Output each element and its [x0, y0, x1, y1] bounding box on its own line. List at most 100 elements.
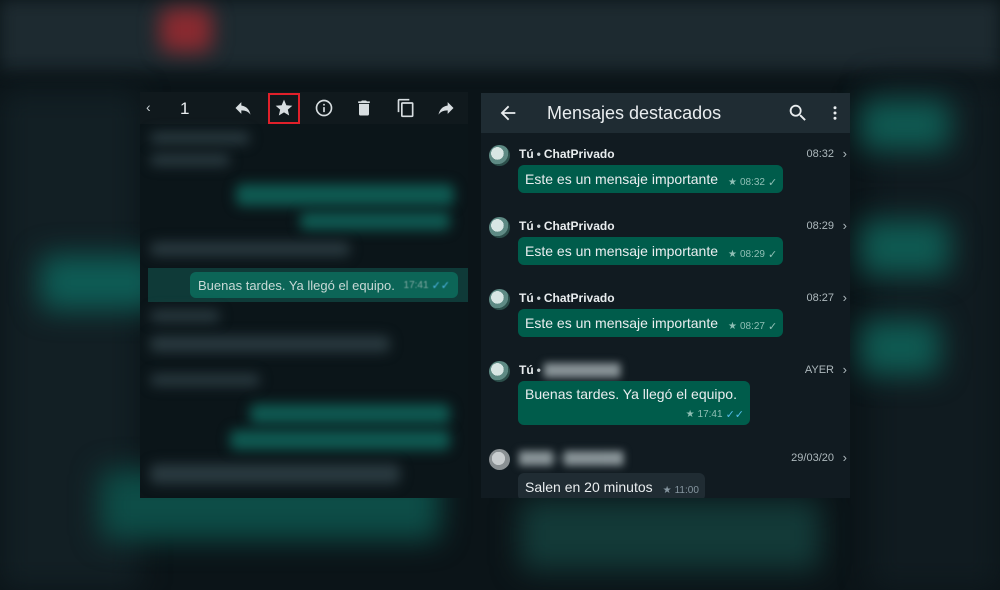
delete-icon[interactable] — [352, 96, 376, 120]
star-icon: ★ — [728, 320, 737, 332]
forward-icon[interactable] — [434, 96, 458, 120]
message-text: Este es un mensaje importante — [525, 171, 718, 187]
app-header: Mensajes destacados — [481, 93, 850, 133]
blurred-top-bar — [0, 0, 1000, 70]
sender-line: Tú • █████████ — [519, 363, 620, 377]
message-date: 08:32 — [806, 148, 834, 160]
blurred-chat-name: █████████ — [543, 363, 621, 377]
message-text: Este es un mensaje importante — [525, 315, 718, 331]
message-bubble[interactable]: Este es un mensaje importante ★ 08:32 ✓ — [518, 165, 784, 193]
blurred-sender-name: ████ ▪ ███████ — [519, 451, 624, 465]
check-icon: ✓ — [768, 248, 778, 261]
star-icon: ★ — [728, 248, 737, 260]
double-check-icon: ✓✓ — [431, 279, 450, 292]
starred-message-item[interactable]: Tú • █████████ AYER › Buenas tardes. Ya ll… — [481, 361, 850, 451]
message-meta: ★ 08:32 ✓ — [728, 170, 777, 189]
blurred-green-block — [520, 500, 820, 570]
chat-selection-panel: ‹ 1 Buenas tardes. Ya llegó el equipo. 1… — [140, 92, 468, 498]
blurred-bubble — [230, 430, 450, 450]
starred-message-item[interactable]: Tú • ChatPrivado 08:32 › Este es un mensaj… — [481, 145, 850, 217]
message-time: 08:27 — [739, 320, 765, 332]
message-date: 08:29 — [806, 220, 834, 232]
message-time: 11:00 — [674, 484, 699, 496]
message-bubble[interactable]: Buenas tardes. Ya llegó el equipo. ★ 17:… — [518, 381, 750, 425]
sender-name: Tú — [519, 363, 534, 377]
message-time: 17:41 — [403, 279, 429, 291]
star-icon: ★ — [662, 484, 672, 496]
double-check-icon: ✓✓ — [725, 409, 744, 421]
sender-line: ████ ▪ ███████ — [519, 451, 623, 465]
copy-icon[interactable] — [394, 96, 418, 120]
message-meta: ★ 17:41 ✓✓ — [686, 408, 744, 421]
blurred-bubble — [236, 184, 454, 206]
message-bubble[interactable]: Este es un mensaje importante ★ 08:27 ✓ — [518, 309, 784, 337]
separator-dot: • — [536, 147, 541, 161]
chevron-right-icon[interactable]: › — [843, 362, 847, 377]
selected-count: 1 — [180, 99, 190, 118]
blurred-text — [150, 242, 350, 256]
info-icon[interactable] — [312, 96, 336, 120]
search-icon[interactable] — [787, 102, 809, 124]
separator-dot: • — [536, 219, 541, 233]
message-meta: ★ 11:00 — [663, 479, 699, 496]
message-meta: ★ 08:29 ✓ — [728, 242, 777, 261]
back-arrow-icon[interactable] — [497, 102, 519, 124]
star-icon: ★ — [685, 409, 695, 420]
starred-message-item[interactable]: Tú • ChatPrivado 08:27 › Este es un mensaj… — [481, 289, 850, 361]
message-text: Salen en 20 minutos — [525, 479, 653, 495]
check-icon: ✓ — [768, 176, 778, 189]
blurred-text — [150, 310, 220, 322]
sender-line: Tú • ChatPrivado — [519, 291, 615, 305]
blurred-text — [150, 374, 260, 386]
sender-name: Tú — [519, 147, 534, 161]
message-text: Buenas tardes. Ya llegó el equipo. — [525, 386, 737, 402]
message-text: Este es un mensaje importante — [525, 243, 718, 259]
avatar — [489, 217, 510, 238]
more-options-icon[interactable] — [826, 102, 844, 124]
chat-name: ChatPrivado — [543, 219, 615, 233]
message-bubble[interactable]: Este es un mensaje importante ★ 08:29 ✓ — [518, 237, 784, 265]
sender-line: Tú • ChatPrivado — [519, 147, 615, 161]
starred-message-item[interactable]: Tú • ChatPrivado 08:29 › Este es un mensaj… — [481, 217, 850, 289]
message-bubble[interactable]: Salen en 20 minutos ★ 11:00 — [518, 473, 705, 498]
blurred-bubble — [300, 212, 450, 230]
message-text: Buenas tardes. Ya llegó el equipo. — [198, 277, 395, 293]
message-date: 08:27 — [806, 292, 834, 304]
back-arrow-icon[interactable]: ‹ — [146, 99, 151, 115]
separator-dot: • — [536, 291, 541, 305]
check-icon: ✓ — [768, 320, 778, 333]
chevron-right-icon[interactable]: › — [843, 218, 847, 233]
chevron-right-icon[interactable]: › — [843, 290, 847, 305]
blurred-green-block — [860, 320, 940, 375]
message-date: 29/03/20 — [791, 452, 834, 464]
starred-messages-panel: Mensajes destacados Tú • ChatPrivado 08:32… — [481, 93, 850, 498]
sender-name: Tú — [519, 219, 534, 233]
separator-dot: • — [536, 363, 541, 377]
page-title: Mensajes destacados — [547, 103, 722, 123]
chevron-right-icon[interactable]: › — [843, 146, 847, 161]
starred-message-item[interactable]: ████ ▪ ███████ 29/03/20 › Salen en 20 mi… — [481, 449, 850, 498]
blurred-text — [150, 154, 230, 166]
blurred-text — [150, 336, 390, 352]
selection-toolbar: ‹ 1 — [140, 92, 468, 124]
sender-name: Tú — [519, 291, 534, 305]
message-time: 17:41 — [697, 409, 723, 420]
reply-icon[interactable] — [231, 96, 255, 120]
chevron-right-icon[interactable]: › — [843, 450, 847, 465]
sender-line: Tú • ChatPrivado — [519, 219, 615, 233]
star-icon[interactable] — [272, 96, 296, 120]
message-time: 08:32 — [739, 176, 765, 188]
blurred-text — [150, 464, 400, 484]
avatar — [489, 289, 510, 310]
blurred-bubble — [250, 404, 450, 424]
avatar — [489, 449, 510, 470]
chat-name: ChatPrivado — [543, 147, 615, 161]
message-time: 08:29 — [739, 248, 765, 260]
avatar — [489, 145, 510, 166]
avatar — [489, 361, 510, 382]
message-meta: ★ 08:27 ✓ — [728, 314, 777, 333]
message-date: AYER — [804, 364, 834, 376]
blurred-green-block — [860, 220, 950, 275]
blurred-green-block — [860, 100, 950, 150]
selected-message-bubble[interactable]: Buenas tardes. Ya llegó el equipo. 17:41… — [190, 272, 458, 298]
